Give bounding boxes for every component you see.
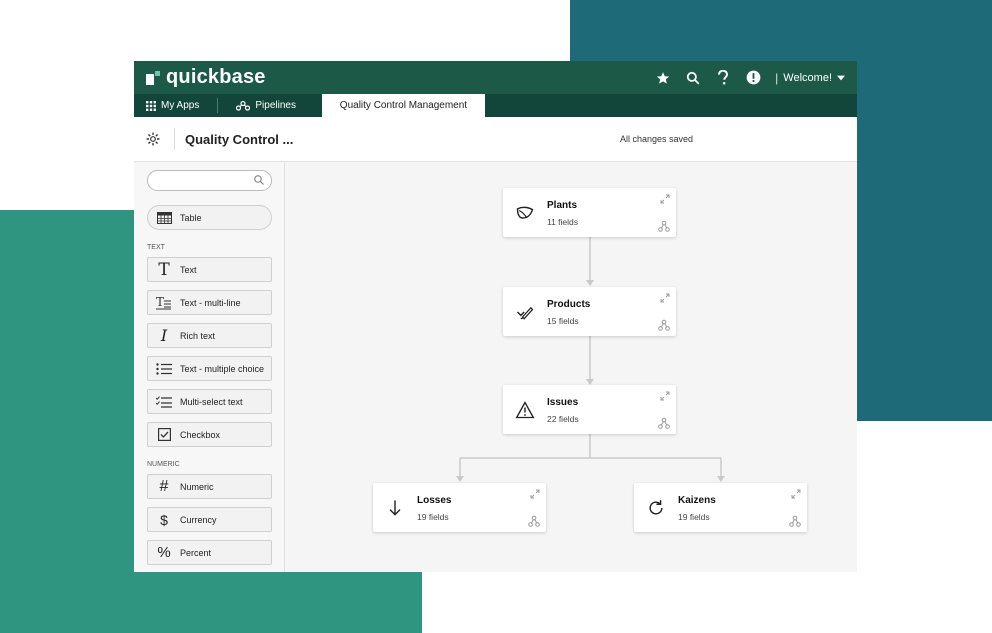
logo-text: quickbase xyxy=(166,66,266,88)
welcome-label: Welcome! xyxy=(783,71,832,84)
table-card-products[interactable]: Products 15 fields xyxy=(503,287,676,336)
grid-icon xyxy=(146,100,156,111)
field-palette-sidebar: Table TEXT T Text T Text - multi-line I … xyxy=(134,162,285,572)
field-type-checkbox[interactable]: Checkbox xyxy=(147,422,272,447)
list-icon xyxy=(156,362,172,375)
add-table-button[interactable]: Table xyxy=(147,205,272,230)
field-type-label: Text xyxy=(180,264,197,275)
tab-my-apps[interactable]: My Apps xyxy=(134,94,211,117)
field-type-label: Percent xyxy=(180,547,212,558)
italic-icon: I xyxy=(160,326,168,345)
expand-icon[interactable] xyxy=(660,391,670,401)
expand-icon[interactable] xyxy=(791,489,801,499)
field-type-rich-text[interactable]: I Rich text xyxy=(147,323,272,348)
search-icon xyxy=(254,175,264,185)
text-icon: T xyxy=(158,259,170,280)
relationship-icon[interactable] xyxy=(658,319,670,331)
relationship-icon[interactable] xyxy=(528,515,540,527)
section-label-numeric: NUMERIC xyxy=(147,461,180,468)
star-icon[interactable] xyxy=(655,70,671,86)
logo-mark-icon xyxy=(146,70,160,85)
refresh-icon xyxy=(649,500,663,515)
table-card-plants[interactable]: Plants 11 fields xyxy=(503,188,676,237)
expand-icon[interactable] xyxy=(660,293,670,303)
pen-check-icon xyxy=(516,306,534,320)
field-type-text-multi-line[interactable]: T Text - multi-line xyxy=(147,290,272,315)
expand-icon[interactable] xyxy=(660,194,670,204)
leaf-icon xyxy=(516,206,534,219)
table-card-issues[interactable]: Issues 22 fields xyxy=(503,385,676,434)
checkbox-icon xyxy=(156,428,172,441)
save-status: All changes saved xyxy=(620,134,694,144)
expand-icon[interactable] xyxy=(530,489,540,499)
app-header: Quality Control ... All changes saved xyxy=(134,117,857,162)
field-type-label: Numeric xyxy=(180,481,214,492)
tab-pipelines[interactable]: Pipelines xyxy=(224,94,308,117)
relationship-canvas[interactable]: Plants 11 fields Products 15 fields Issu… xyxy=(285,162,857,572)
table-name: Issues xyxy=(547,397,579,408)
quickbase-logo[interactable]: quickbase xyxy=(146,66,266,89)
dollar-icon: $ xyxy=(160,511,168,528)
hash-icon: # xyxy=(159,477,169,495)
table-field-count: 15 fields xyxy=(547,316,579,326)
table-name: Plants xyxy=(547,200,578,211)
checklist-icon xyxy=(156,395,172,408)
tab-bar: My Apps Pipelines Quality Control Manage… xyxy=(134,94,857,117)
field-search-input[interactable] xyxy=(147,170,272,191)
table-label: Table xyxy=(180,212,202,223)
pipelines-icon xyxy=(236,100,251,111)
help-icon[interactable] xyxy=(715,70,731,86)
field-type-label: Rich text xyxy=(180,330,216,341)
separator: | xyxy=(775,70,779,85)
relationship-icon[interactable] xyxy=(789,515,801,527)
arrow-down-icon xyxy=(389,500,401,516)
top-actions: | Welcome! xyxy=(655,70,845,86)
relationship-icon[interactable] xyxy=(658,220,670,232)
top-bar: quickbase | Welcome! xyxy=(134,61,857,94)
section-label-text: TEXT xyxy=(147,244,165,251)
table-card-kaizens[interactable]: Kaizens 19 fields xyxy=(634,483,807,532)
field-type-text-multiple-choice[interactable]: Text - multiple choice xyxy=(147,356,272,381)
welcome-menu[interactable]: | Welcome! xyxy=(775,71,845,85)
field-type-label: Checkbox xyxy=(180,429,221,440)
tab-divider xyxy=(217,98,219,113)
field-type-currency[interactable]: $ Currency xyxy=(147,507,272,532)
tab-label: Pipelines xyxy=(255,100,296,111)
table-card-losses[interactable]: Losses 19 fields xyxy=(373,483,546,532)
search-icon[interactable] xyxy=(685,70,701,86)
tab-quality-control-management[interactable]: Quality Control Management xyxy=(321,94,485,117)
table-field-count: 19 fields xyxy=(678,512,710,522)
field-type-label: Currency xyxy=(180,514,217,525)
svg-text:T: T xyxy=(156,296,164,309)
field-type-label: Text - multi-line xyxy=(180,297,241,308)
gear-icon[interactable] xyxy=(144,130,162,148)
table-name: Losses xyxy=(417,495,452,506)
table-field-count: 19 fields xyxy=(417,512,449,522)
table-icon xyxy=(156,211,172,224)
app-window: quickbase | Welcome! My Apps Pipelines Q… xyxy=(134,61,857,572)
table-name: Products xyxy=(547,299,591,310)
table-field-count: 22 fields xyxy=(547,414,579,424)
field-type-numeric[interactable]: # Numeric xyxy=(147,474,272,499)
tab-label: Quality Control Management xyxy=(339,100,468,111)
field-type-label: Text - multiple choice xyxy=(180,363,265,374)
caret-down-icon xyxy=(837,75,845,80)
header-divider xyxy=(174,128,175,150)
tab-label: My Apps xyxy=(161,100,200,111)
percent-icon: % xyxy=(157,544,171,561)
alert-icon[interactable] xyxy=(745,70,761,86)
relationship-icon[interactable] xyxy=(658,417,670,429)
field-type-multi-select-text[interactable]: Multi-select text xyxy=(147,389,272,414)
field-type-label: Multi-select text xyxy=(180,396,243,407)
table-field-count: 11 fields xyxy=(547,217,579,227)
text-multiline-icon: T xyxy=(156,296,172,310)
field-type-text[interactable]: T Text xyxy=(147,257,272,282)
table-name: Kaizens xyxy=(678,495,716,506)
field-type-percent[interactable]: % Percent xyxy=(147,540,272,565)
app-title[interactable]: Quality Control ... xyxy=(185,132,293,147)
warning-icon xyxy=(515,401,535,419)
